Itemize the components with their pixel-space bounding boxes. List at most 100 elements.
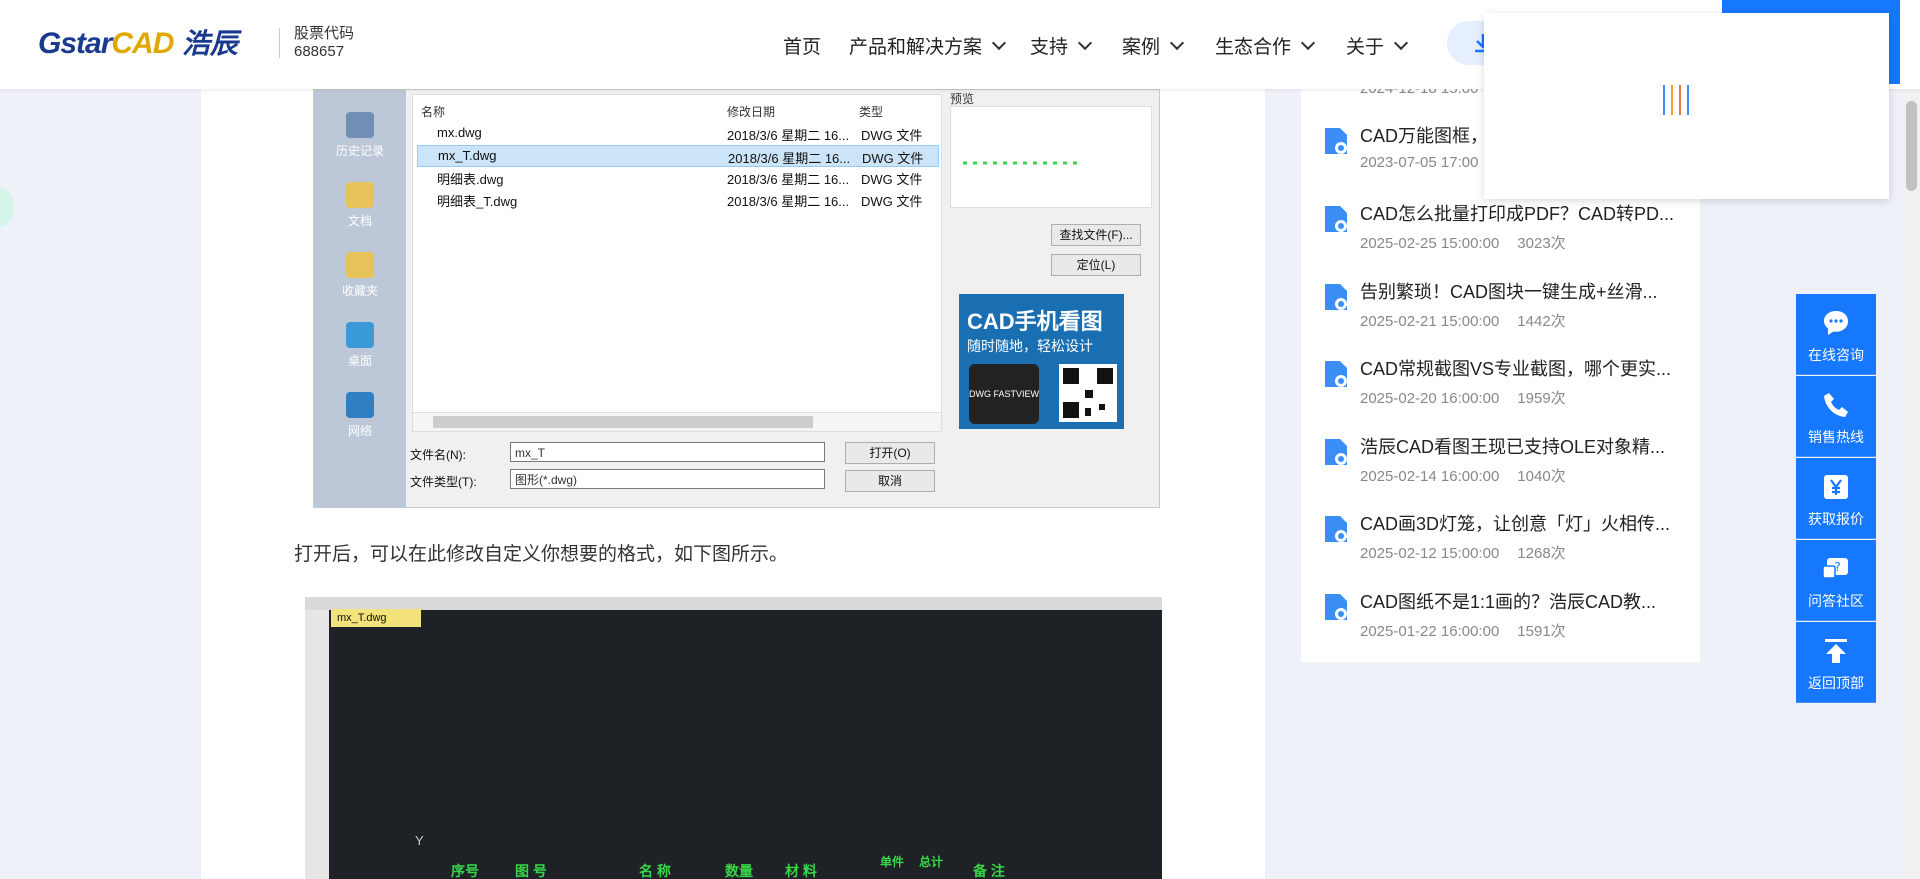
phone-icon (1824, 393, 1848, 417)
file-row: mx.dwg 2018/3/6 星期二 16... DWG 文件 (437, 125, 923, 143)
place-favorites: 收藏夹 (314, 252, 406, 299)
chevron-down-icon (1393, 35, 1409, 51)
news-title[interactable]: CAD怎么批量打印成PDF？CAD转PD... (1360, 200, 1674, 226)
history-icon (346, 112, 374, 138)
filetype-label: 文件类型(T): (410, 475, 477, 489)
page-scrollbar-thumb[interactable] (1906, 101, 1917, 191)
news-title[interactable]: 浩辰CAD看图王现已支持OLE对象精... (1360, 433, 1665, 459)
phone-image: DWG FASTVIEW (969, 364, 1039, 424)
locate-button: 定位(L) (1051, 254, 1141, 276)
file-row: 明细表.dwg 2018/3/6 星期二 16... DWG 文件 (437, 172, 923, 187)
nav-support[interactable]: 支持 (1030, 32, 1093, 59)
cad-table-header: 单件 (880, 855, 905, 869)
news-meta: 2025-02-25 15:00:00 3023次 (1360, 235, 1566, 252)
nav-ecosystem[interactable]: 生态合作 (1215, 32, 1316, 59)
cad-file-icon (1325, 284, 1347, 310)
cad-file-icon (1325, 361, 1347, 387)
news-meta: 2025-02-12 15:00:00 1268次 (1360, 545, 1566, 562)
cad-file-icon (1325, 128, 1347, 154)
preview-label: 预览 (950, 92, 975, 106)
news-title[interactable]: CAD万能图框， (1360, 122, 1488, 148)
find-file-button: 查找文件(F)... (1051, 224, 1141, 246)
filetype-select: 图形(*.dwg) (510, 469, 825, 489)
article-paragraph: 打开后，可以在此修改自定义你想要的格式，如下图所示。 (294, 544, 789, 565)
place-network: 网络 (314, 392, 406, 439)
nav-products[interactable]: 产品和解决方案 (849, 32, 1007, 59)
get-quote-button[interactable]: 获取报价 (1796, 458, 1876, 539)
place-documents: 文档 (314, 182, 406, 229)
cad-table-header: 序号 (451, 863, 479, 879)
news-meta: 2025-01-22 16:00:00 1591次 (1360, 623, 1566, 640)
column-date: 修改日期 (727, 105, 776, 119)
arrow-up-icon (1825, 639, 1847, 663)
news-item[interactable]: CAD怎么批量打印成PDF？CAD转PD... 2025-02-25 15:00… (1323, 200, 1703, 266)
column-type: 类型 (859, 105, 884, 119)
news-item[interactable]: CAD图纸不是1:1画的？浩辰CAD教... 2025-01-22 16:00:… (1323, 588, 1703, 654)
file-row: 明细表_T.dwg 2018/3/6 星期二 16... DWG 文件 (437, 194, 923, 209)
chevron-down-icon (991, 35, 1007, 51)
cad-draw-toolbar (305, 610, 329, 879)
cad-table-header: 名 称 (639, 863, 671, 879)
place-history: 历史记录 (314, 112, 406, 159)
loading-popup (1484, 13, 1889, 199)
page-scrollbar[interactable] (1903, 89, 1920, 879)
news-meta: 2025-02-21 15:00:00 1442次 (1360, 313, 1566, 330)
chevron-down-icon (1169, 35, 1185, 51)
filename-input: mx_T (510, 442, 825, 462)
places-bar: 历史记录 文档 收藏夹 桌面 网络 (314, 90, 406, 507)
chevron-down-icon (1077, 35, 1093, 51)
cad-table-header: 备 注 (973, 863, 1005, 879)
cad-file-icon (1325, 439, 1347, 465)
news-title[interactable]: 告别繁琐！CAD图块一键生成+丝滑... (1360, 278, 1658, 304)
stock-code: 688657 (294, 43, 345, 60)
news-title[interactable]: CAD画3D灯笼，让创意「灯」火相传... (1360, 510, 1670, 536)
loading-indicator-icon (1663, 85, 1689, 115)
nav-cases[interactable]: 案例 (1122, 32, 1185, 59)
cad-file-icon (1325, 206, 1347, 232)
cad-file-tab: mx_T.dwg (331, 609, 421, 627)
nav-home[interactable]: 首页 (783, 32, 821, 59)
news-item[interactable]: CAD常规截图VS专业截图，哪个更实... 2025-02-20 16:00:0… (1323, 355, 1703, 421)
place-desktop: 桌面 (314, 322, 406, 369)
folder-icon (346, 182, 374, 208)
stock-label: 股票代码 (294, 25, 355, 42)
chat-bubble-icon (1824, 311, 1848, 335)
cancel-button: 取消 (845, 470, 935, 492)
cad-table-header: 总计 (919, 855, 944, 869)
divider (279, 28, 280, 58)
filename-label: 文件名(N): (410, 448, 466, 462)
news-title[interactable]: CAD图纸不是1:1画的？浩辰CAD教... (1360, 588, 1656, 614)
news-title[interactable]: CAD常规截图VS专业截图，哪个更实... (1360, 355, 1671, 381)
preview-thumbnail (963, 161, 1081, 165)
side-float-dot[interactable] (0, 187, 14, 227)
news-item[interactable]: 告别繁琐！CAD图块一键生成+丝滑... 2025-02-21 15:00:00… (1323, 278, 1703, 344)
cad-table-header: 材 料 (785, 863, 817, 879)
question-bubble-icon: ? (1822, 558, 1848, 579)
svg-text:?: ? (1834, 560, 1840, 574)
qr-code-icon (1059, 364, 1117, 422)
horizontal-scrollbar (412, 412, 942, 432)
file-list: 名称 修改日期 类型 mx.dwg 2018/3/6 星期二 16... DWG… (412, 94, 942, 414)
sales-hotline-button[interactable]: 销售热线 (1796, 376, 1876, 457)
back-to-top-button[interactable]: 返回顶部 (1796, 622, 1876, 703)
star-folder-icon (346, 252, 374, 278)
chevron-down-icon (1300, 35, 1316, 51)
desktop-icon (346, 322, 374, 348)
file-row-selected: mx_T.dwg 2018/3/6 星期二 16... DWG 文件 (417, 145, 939, 167)
nav-about[interactable]: 关于 (1346, 32, 1409, 59)
news-item[interactable]: 浩辰CAD看图王现已支持OLE对象精... 2025-02-14 16:00:0… (1323, 433, 1703, 499)
news-meta: 2025-02-14 16:00:00 1040次 (1360, 468, 1566, 485)
open-button: 打开(O) (845, 442, 935, 464)
cad-file-icon (1325, 516, 1347, 542)
preview-box (950, 106, 1152, 208)
column-name: 名称 (421, 105, 446, 119)
cad-workspace-image: mx_T.dwg Y 序号 图 号 名 称 数量 材 料 单件 总计 备 注 (305, 597, 1162, 879)
cad-toolbar (305, 597, 1162, 610)
online-consult-button[interactable]: 在线咨询 (1796, 294, 1876, 375)
qa-community-button[interactable]: ? 问答社区 (1796, 540, 1876, 621)
news-item[interactable]: CAD画3D灯笼，让创意「灯」火相传... 2025-02-12 15:00:0… (1323, 510, 1703, 576)
cad-table-header: 数量 (725, 863, 753, 879)
news-meta: 2023-07-05 17:00 (1360, 154, 1479, 171)
gstarcad-logo[interactable]: GstarCAD 浩辰 (38, 22, 263, 60)
mobile-viewer-ad: CAD手机看图 随时随地，轻松设计 DWG FASTVIEW (959, 294, 1124, 429)
